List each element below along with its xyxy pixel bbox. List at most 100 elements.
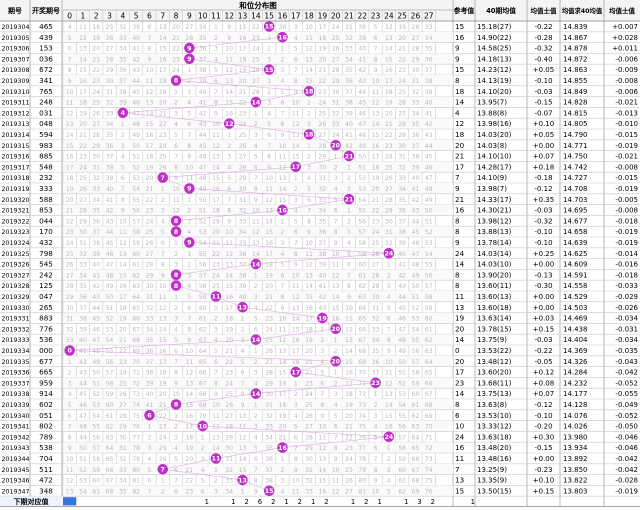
omission-count: 11	[119, 229, 127, 236]
omission-count: 58	[92, 456, 100, 463]
column-header-26: 26	[411, 12, 421, 21]
omission-count: 29	[92, 143, 100, 150]
omission-count: 19	[159, 89, 167, 96]
omission-count: 64	[106, 445, 114, 452]
omission-count: 15	[159, 337, 167, 344]
omission-count: 19	[265, 272, 273, 279]
omission-count: 7	[214, 89, 218, 96]
column-header-14: 14	[251, 12, 261, 21]
avg2-cell: 14.469	[563, 315, 588, 323]
omission-count: 5	[174, 456, 178, 463]
omission-count: 30	[319, 164, 327, 171]
omission-count: 11	[345, 316, 353, 323]
omission-count: 9	[187, 154, 191, 161]
omission-count: 32	[305, 478, 313, 485]
omission-count: 5	[214, 67, 218, 74]
omission-count: 10	[305, 240, 313, 247]
avg-diff-cell: +0.15	[533, 487, 554, 495]
omission-count: 26	[265, 348, 273, 355]
omission-count: 50	[425, 208, 433, 215]
omission-count: 62	[106, 424, 114, 431]
omission-count: 11	[372, 89, 380, 96]
omission-count: 4	[254, 305, 258, 312]
omission-count: 22	[398, 56, 406, 63]
omission-count: 77	[358, 445, 366, 452]
omission-count: 51	[92, 380, 100, 387]
omission-count: 36	[412, 132, 420, 139]
draw-number-cell: 776	[39, 324, 53, 333]
omission-count: 49	[92, 359, 100, 366]
sum-marker-top-label: 21	[345, 197, 354, 204]
omission-count: 15	[372, 132, 380, 139]
omission-count: 2	[161, 488, 165, 495]
omission-count: 26	[412, 24, 420, 31]
omission-count: 20	[279, 424, 287, 431]
omission-count: 19	[146, 164, 154, 171]
omission-count: 3	[347, 229, 351, 236]
avg2-cell: 14.177	[563, 390, 588, 398]
omission-count: 4	[174, 326, 178, 333]
omission-count: 71	[425, 434, 433, 441]
avg40-cell: 13.75(13)	[477, 390, 512, 398]
omission-count: 11	[319, 434, 327, 441]
avg-diff2-cell: -0.042	[615, 455, 638, 463]
column-header-24: 24	[384, 12, 394, 21]
omission-count: 36	[372, 359, 380, 366]
omission-count: 2	[267, 89, 271, 96]
period-cell: 2019310	[2, 89, 30, 96]
omission-count: 27	[239, 154, 247, 161]
omission-count: 6	[201, 488, 205, 495]
omission-count: 12	[79, 35, 87, 42]
omission-count: 61	[92, 488, 100, 495]
omission-count: 4	[294, 35, 298, 42]
omission-count: 21	[66, 208, 74, 215]
period-cell: 2019334	[2, 348, 30, 355]
omission-count: 69	[358, 359, 366, 366]
omission-count: 24	[212, 272, 220, 279]
sum-distribution-chart: 期号 开奖期号和位分布图参考值 40期均值 均值士值 均值求40均值 均值士值0 1 2 3 4 5…	[0, 0, 640, 510]
omission-count: 51	[412, 294, 420, 301]
avg40-cell: 13.53(10)	[477, 412, 512, 420]
ref-cell: 6	[455, 411, 460, 420]
draw-number-cell: 044	[39, 216, 53, 225]
avg-diff-cell: -0.32	[534, 217, 552, 225]
omission-count: 75	[132, 413, 140, 420]
omission-count: 28	[66, 283, 74, 290]
omission-count: 12	[385, 380, 393, 387]
omission-count: 43	[412, 208, 420, 215]
omission-count: 16	[186, 413, 194, 420]
omission-count: 51	[79, 456, 87, 463]
omission-count: 17	[212, 197, 220, 204]
avg2-cell: 14.863	[563, 66, 588, 74]
omission-count: 9	[267, 164, 271, 171]
omission-count: 64	[425, 359, 433, 366]
omission-count: 26	[319, 121, 327, 128]
omission-count: 2	[161, 197, 165, 204]
omission-count: 40	[398, 251, 406, 258]
avg2-cell: 13.980	[563, 433, 588, 441]
omission-count: 35	[319, 218, 327, 225]
omission-count: 21	[398, 46, 406, 53]
omission-count: 70	[199, 413, 207, 420]
column-header-16: 16	[278, 12, 288, 21]
period-cell: 2019337	[2, 380, 30, 387]
omission-count: 65	[132, 305, 140, 312]
omission-count: 9	[334, 240, 338, 247]
omission-count: 16	[225, 294, 233, 301]
omission-count: 36	[239, 251, 247, 258]
omission-count: 61	[412, 402, 420, 409]
omission-count: 2	[334, 164, 338, 171]
sum-marker-top-label: 17	[291, 369, 300, 376]
omission-count: 42	[132, 56, 140, 63]
omission-count: 18	[92, 24, 100, 31]
ref-cell: 8	[455, 270, 460, 279]
omission-count: 15	[292, 154, 300, 161]
omission-count: 45	[358, 100, 366, 107]
omission-count: 9	[68, 445, 72, 452]
omission-count: 68	[106, 488, 114, 495]
omission-count: 32	[119, 456, 127, 463]
omission-count: 14	[212, 445, 220, 452]
omission-count: 29	[412, 56, 420, 63]
omission-count: 51	[199, 208, 207, 215]
period-cell: 2019328	[2, 283, 30, 290]
